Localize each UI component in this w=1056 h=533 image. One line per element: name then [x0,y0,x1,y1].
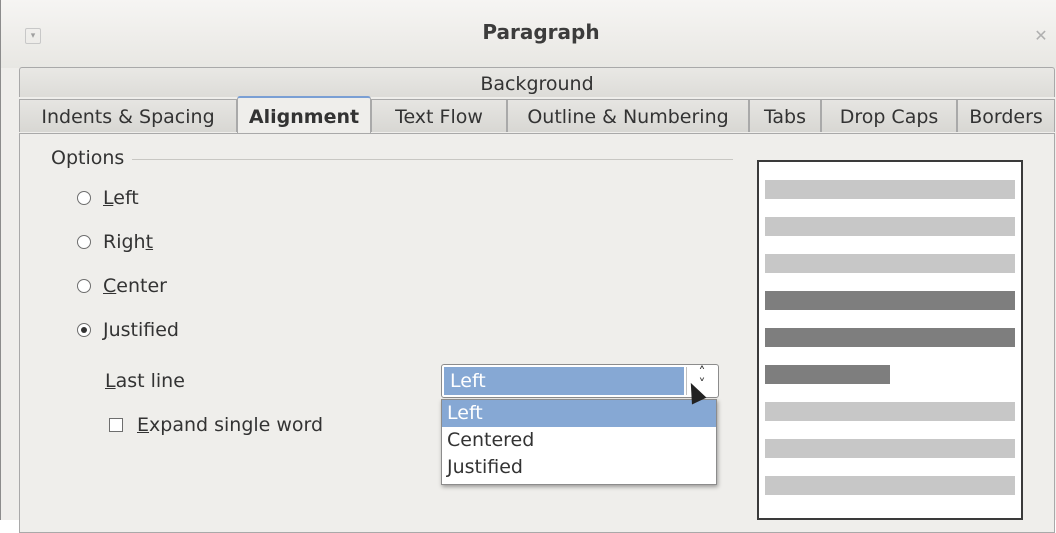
tab-text-flow[interactable]: Text Flow [371,99,507,132]
expand-single-word-option[interactable]: Expand single word [109,412,323,438]
dialog-title: Paragraph [482,20,600,44]
dropdown-option-centered[interactable]: Centered [442,427,716,454]
dropdown-option-justified[interactable]: Justified [442,454,716,481]
tab-drop-caps[interactable]: Drop Caps [821,99,957,132]
last-line-label: Last line [105,370,185,392]
radio-justified-label: Justified [103,319,179,341]
preview-line [765,476,1015,495]
preview-line [765,291,1015,310]
tab-indents-spacing[interactable]: Indents & Spacing [19,99,237,132]
radio-center-label: Center [103,275,167,297]
paragraph-dialog: ▾ Paragraph ✕ Background Indents & Spaci… [0,0,1056,533]
section-divider [51,159,733,160]
tab-alignment[interactable]: Alignment [237,96,371,134]
preview-line [765,402,1015,421]
radio-right-button[interactable] [77,235,91,249]
radio-left-label: Left [103,187,139,209]
preview-line [765,439,1015,458]
radio-right-label: Right [103,231,154,253]
radio-center[interactable]: Center [77,273,167,299]
close-icon[interactable]: ✕ [1031,26,1051,46]
radio-justified[interactable]: Justified [77,317,179,343]
tab-tabs[interactable]: Tabs [749,99,821,132]
title-bar: ▾ Paragraph ✕ [1,0,1056,68]
tab-outline-numbering[interactable]: Outline & Numbering [507,99,749,132]
preview-line [765,254,1015,273]
radio-left-button[interactable] [77,191,91,205]
expand-single-word-label: Expand single word [137,414,324,436]
tab-background[interactable]: Background [19,67,1055,97]
alignment-preview [757,160,1023,520]
last-line-value: Left [444,367,684,395]
radio-center-button[interactable] [77,279,91,293]
last-line-dropdown-list: Left Centered Justified [441,399,717,485]
dropdown-option-left[interactable]: Left [442,400,716,427]
options-section-label: Options [51,147,133,169]
preview-line [765,180,1015,199]
radio-left[interactable]: Left [77,185,139,211]
preview-line [765,365,890,384]
preview-line [765,328,1015,347]
preview-line [765,217,1015,236]
radio-justified-button[interactable] [77,323,91,337]
expand-single-word-checkbox[interactable] [109,418,123,432]
radio-right[interactable]: Right [77,229,153,255]
last-line-combobox[interactable]: Left ˄ ˅ [441,364,719,398]
tab-borders[interactable]: Borders [957,99,1055,132]
